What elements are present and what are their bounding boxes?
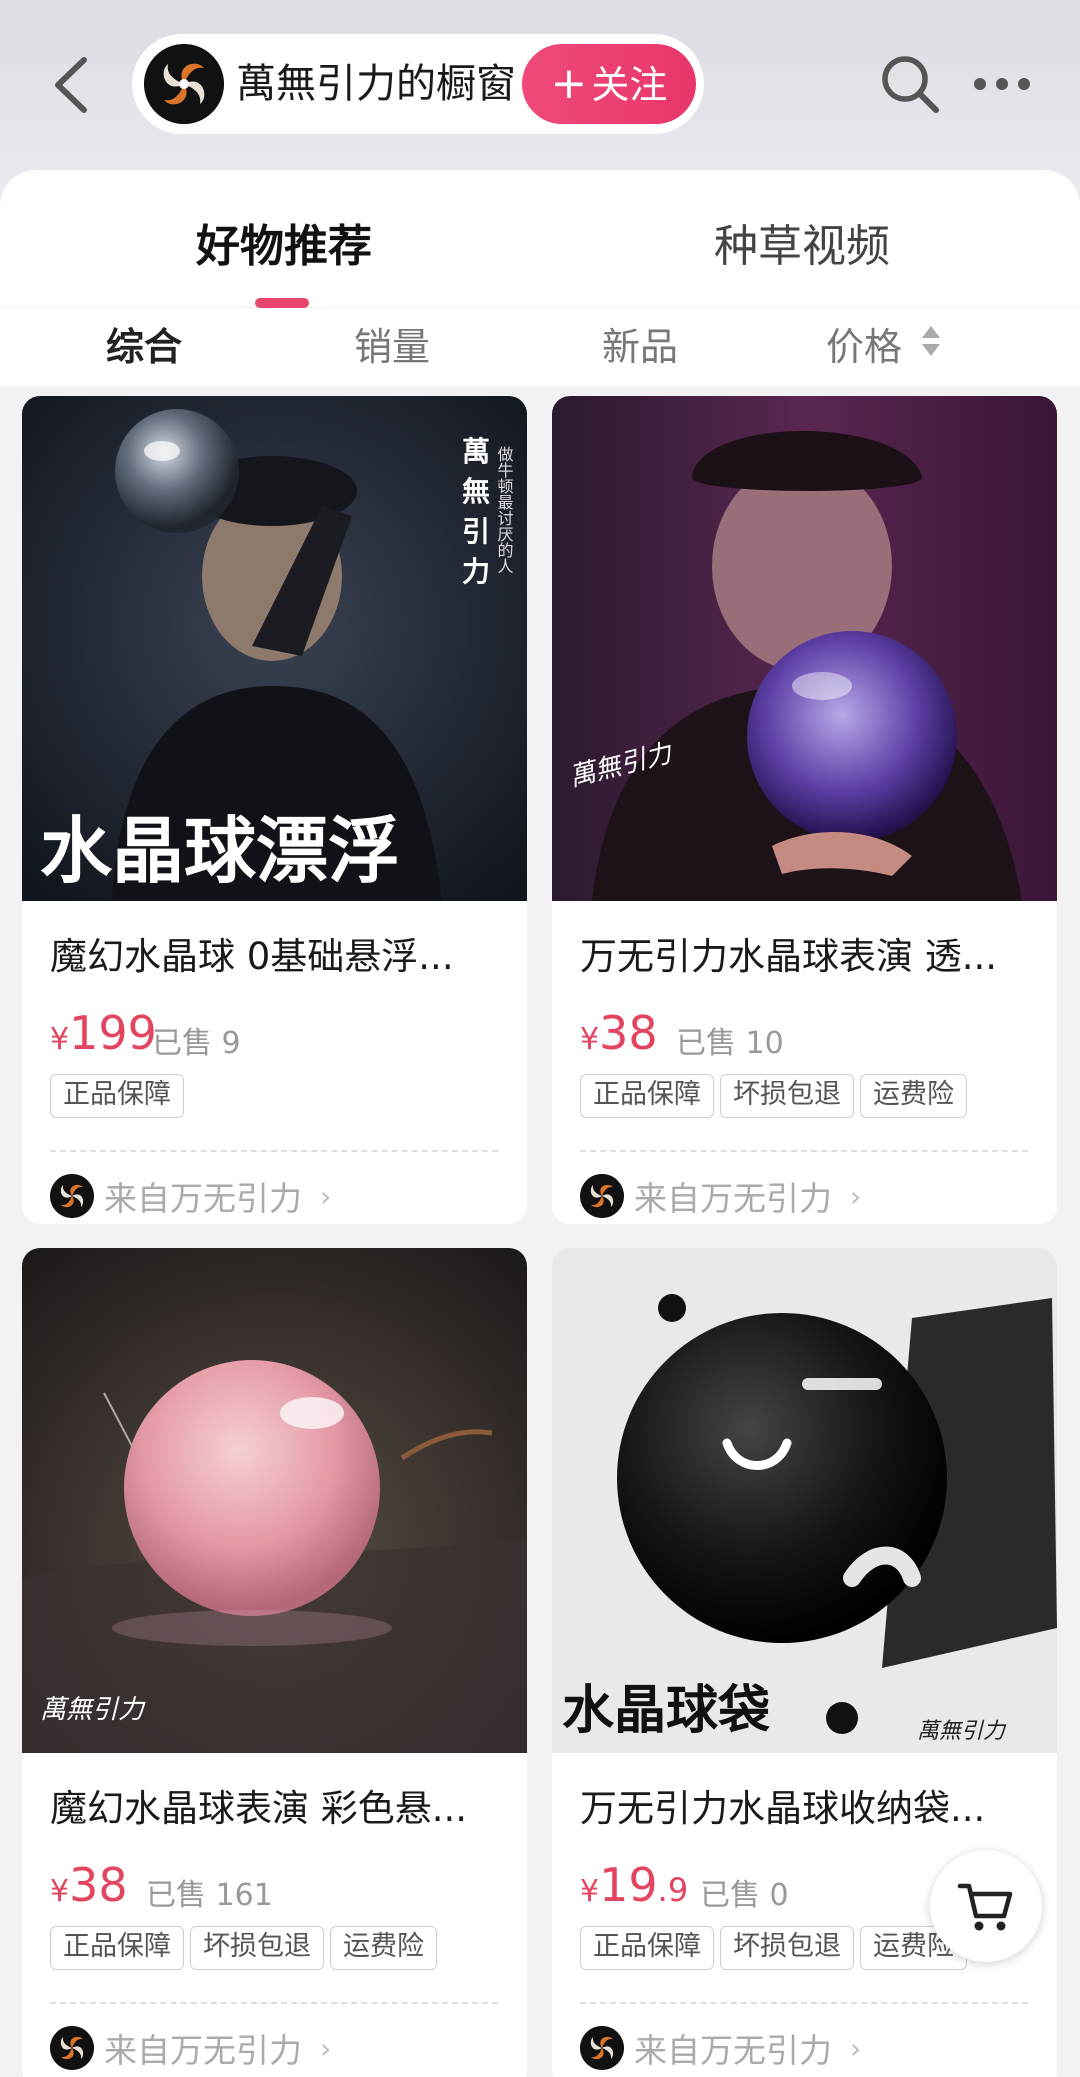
badge-damage-refund: 坏损包退 (720, 1074, 854, 1118)
sort-price[interactable]: 价格 (826, 316, 902, 371)
back-arrow-icon (55, 57, 87, 113)
shop-avatar (50, 1174, 94, 1218)
sold-count: 已售 9 (152, 1026, 241, 1061)
search-button[interactable] (878, 52, 942, 116)
tab-recommended-goods[interactable]: 好物推荐 (196, 210, 372, 274)
image-brand-text-1: 萬 (462, 435, 490, 468)
source-shop-link[interactable]: 来自万无引力 › (50, 1172, 331, 1218)
shop-avatar (50, 2026, 94, 2070)
shop-avatar (580, 2026, 624, 2070)
product-title[interactable]: 魔幻水晶球表演 彩色悬... (50, 1778, 510, 1832)
product-price: ¥38 (580, 1006, 658, 1060)
svg-text:引: 引 (462, 515, 490, 548)
chevron-right-icon: › (320, 1179, 332, 1213)
tab-bar: 好物推荐 种草视频 (0, 170, 1080, 308)
sort-bar: 综合 销量 新品 价格 (0, 308, 1080, 386)
product-image[interactable]: 水晶球袋 萬無引力 (552, 1248, 1057, 1753)
more-icon (974, 78, 1030, 90)
store-logo-icon (144, 44, 224, 124)
plus-icon: + (550, 58, 588, 109)
product-title[interactable]: 万无引力水晶球收纳袋... (580, 1778, 1040, 1832)
badge-shipping-insurance: 运费险 (330, 1926, 437, 1970)
follow-button[interactable]: + 关注 (522, 44, 696, 124)
source-shop-link[interactable]: 来自万无引力 › (580, 1172, 861, 1218)
badge-authentic: 正品保障 (50, 1926, 184, 1970)
back-button[interactable] (44, 50, 104, 120)
sort-new[interactable]: 新品 (602, 316, 678, 371)
sold-count: 已售 161 (146, 1878, 273, 1913)
chevron-right-icon: › (850, 2031, 862, 2065)
chevron-right-icon: › (850, 1179, 862, 1213)
cart-icon (957, 1883, 1013, 1931)
svg-text:力: 力 (462, 555, 490, 588)
chevron-right-icon: › (320, 2031, 332, 2065)
service-badges: 正品保障 (50, 1074, 190, 1118)
source-shop-link[interactable]: 来自万无引力 › (50, 2024, 331, 2070)
source-shop-label: 来自万无引力 (104, 2031, 302, 2070)
image-brand-text-4: 萬無引力 (917, 1719, 1007, 1744)
search-icon (882, 56, 939, 113)
svg-text:做牛顿最讨厌的人: 做牛顿最讨厌的人 (495, 446, 514, 574)
active-tab-indicator (255, 298, 309, 308)
source-shop-label: 来自万无引力 (104, 1179, 302, 1218)
image-brand-text-3: 萬無引力 (40, 1695, 146, 1725)
product-price: ¥199 (50, 1006, 157, 1060)
badge-damage-refund: 坏损包退 (190, 1926, 324, 1970)
product-title[interactable]: 万无引力水晶球表演 透... (580, 926, 1040, 980)
product-card[interactable]: 萬無引力 万无引力水晶球表演 透... ¥38 已售 10 正品保障 坏损包退 运费… (552, 396, 1057, 1224)
svg-text:無: 無 (462, 475, 490, 508)
divider (580, 2002, 1028, 2004)
product-image[interactable]: 萬無引力 (552, 396, 1057, 901)
source-shop-label: 来自万无引力 (634, 2031, 832, 2070)
badge-damage-refund: 坏损包退 (720, 1926, 854, 1970)
shop-avatar (580, 1174, 624, 1218)
product-title[interactable]: 魔幻水晶球 0基础悬浮... (50, 926, 510, 980)
service-badges: 正品保障 坏损包退 运费险 (580, 1926, 973, 1970)
divider (580, 1150, 1028, 1152)
product-card[interactable]: 萬 無 引 力 做牛顿最讨厌的人 水晶球漂浮 魔幻水晶球 0基础悬浮... ¥1… (22, 396, 527, 1224)
cart-button[interactable] (930, 1850, 1042, 1962)
sort-sales[interactable]: 销量 (354, 316, 430, 371)
sold-count: 已售 0 (700, 1878, 789, 1913)
source-shop-link[interactable]: 来自万无引力 › (580, 2024, 861, 2070)
image-caption: 水晶球漂浮 (40, 808, 400, 893)
top-bar: 萬無引力的橱窗 + 关注 (0, 0, 1080, 170)
source-shop-label: 来自万无引力 (634, 1179, 832, 1218)
badge-authentic: 正品保障 (580, 1074, 714, 1118)
sort-arrows-icon[interactable] (920, 324, 942, 358)
store-avatar[interactable] (144, 44, 224, 124)
tab-seeding-videos[interactable]: 种草视频 (714, 210, 890, 274)
follow-label: 关注 (591, 63, 668, 107)
product-price: ¥19.9 (580, 1858, 689, 1912)
product-image[interactable]: 萬 無 引 力 做牛顿最讨厌的人 水晶球漂浮 (22, 396, 527, 901)
sort-comprehensive[interactable]: 综合 (106, 316, 182, 371)
product-image[interactable]: 萬無引力 (22, 1248, 527, 1753)
product-price: ¥38 (50, 1858, 128, 1912)
badge-authentic: 正品保障 (50, 1074, 184, 1118)
sold-count: 已售 10 (676, 1026, 784, 1061)
image-caption: 水晶球袋 (562, 1680, 770, 1741)
divider (50, 2002, 498, 2004)
divider (50, 1150, 498, 1152)
badge-shipping-insurance: 运费险 (860, 1074, 967, 1118)
content-panel: 好物推荐 种草视频 综合 销量 新品 价格 萬 無 引 力 做牛顿最讨厌的人 水… (0, 170, 1080, 2077)
more-button[interactable] (972, 66, 1032, 102)
product-card[interactable]: 萬無引力 魔幻水晶球表演 彩色悬... ¥38 已售 161 正品保障 坏损包退运… (22, 1248, 527, 2077)
service-badges: 正品保障 坏损包退 运费险 (580, 1074, 973, 1118)
store-pill[interactable]: 萬無引力的橱窗 + 关注 (132, 34, 704, 134)
store-name[interactable]: 萬無引力的橱窗 (236, 34, 516, 134)
service-badges: 正品保障 坏损包退 运费险 (50, 1926, 443, 1970)
badge-authentic: 正品保障 (580, 1926, 714, 1970)
